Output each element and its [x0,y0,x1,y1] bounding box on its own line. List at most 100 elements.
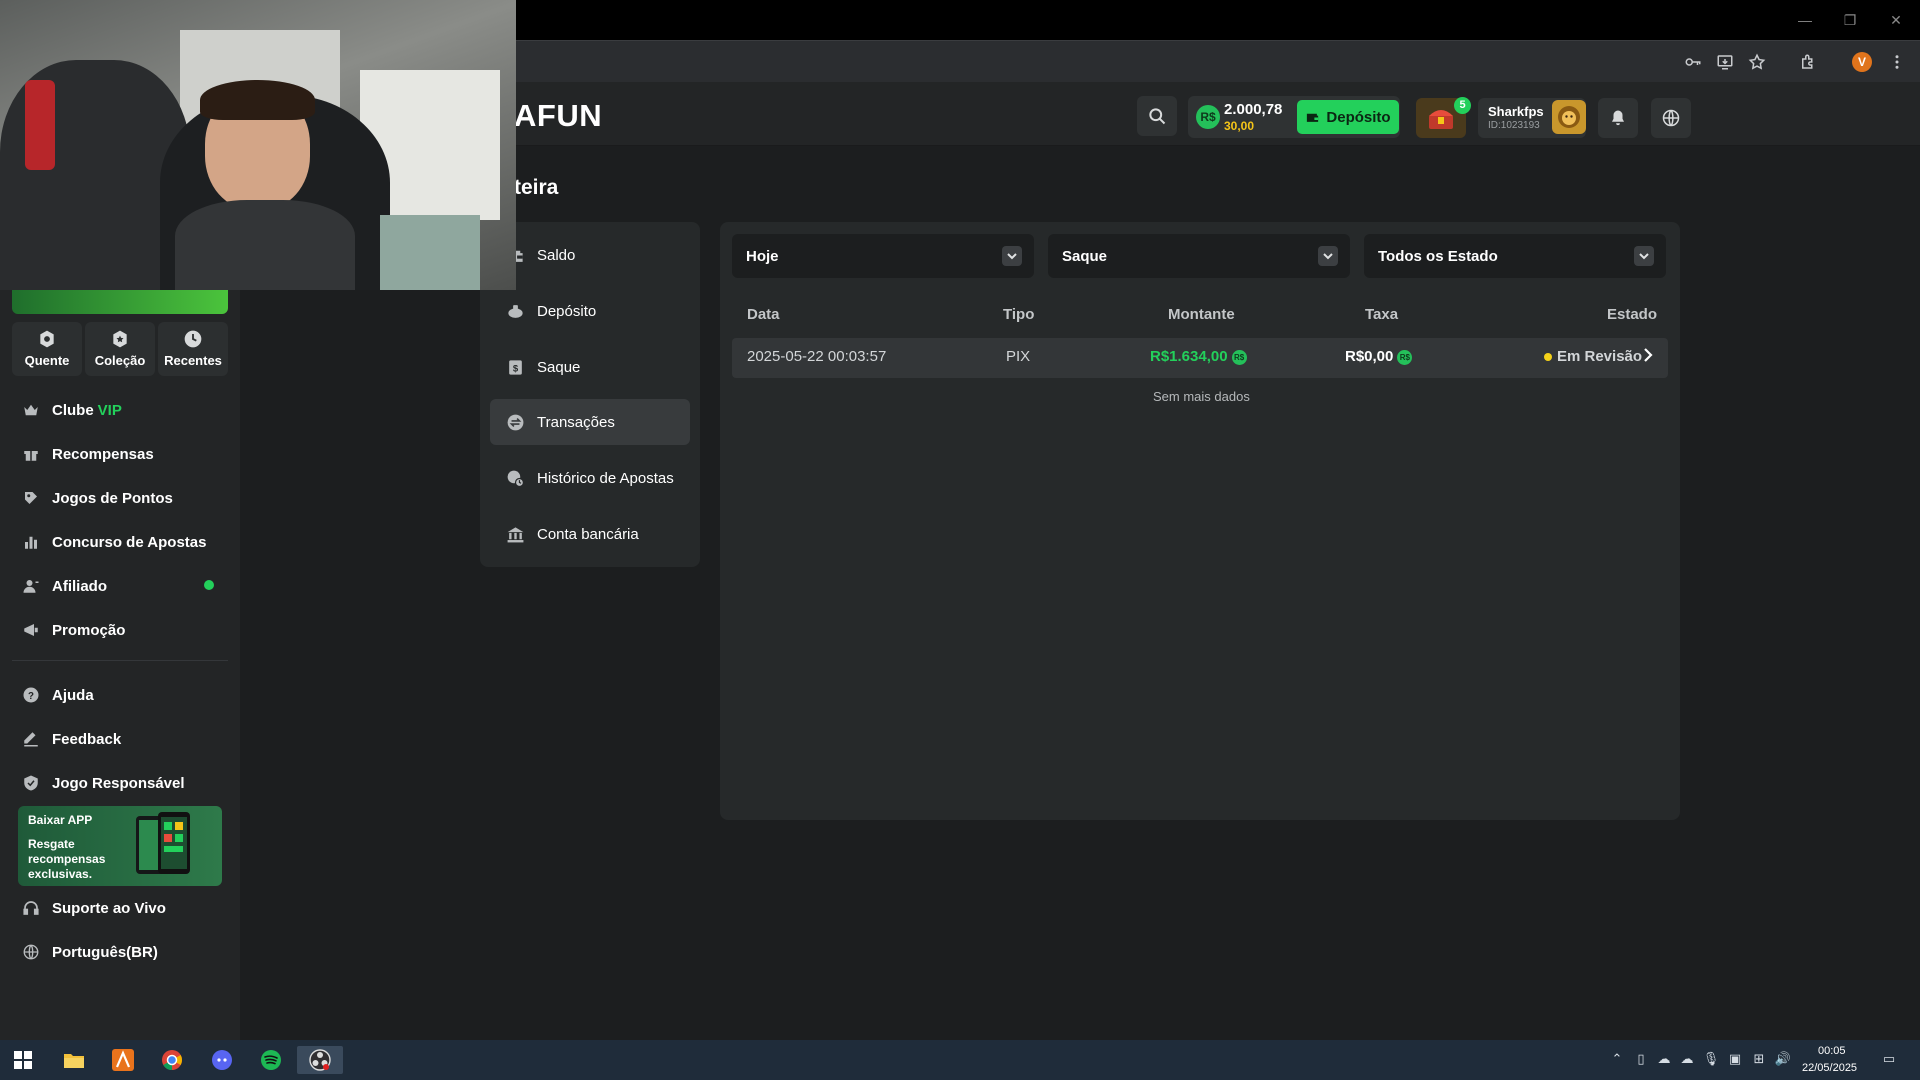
wallet-nav-deposito[interactable]: Depósito [490,288,690,334]
sidebar-item-suporte-ao-vivo[interactable]: Suporte ao Vivo [22,896,166,920]
close-window-button[interactable]: ✕ [1884,10,1908,30]
history-icon [507,470,525,487]
chevron-up-icon[interactable]: ⌃ [1608,1050,1626,1068]
wallet-nav-historico-apostas[interactable]: Histórico de Apostas [490,455,690,501]
headset-icon [23,901,39,915]
browser-profile-avatar[interactable]: V [1852,52,1872,72]
search-button[interactable] [1137,96,1177,136]
sidebar-item-concurso-de-apostas[interactable]: Concurso de Apostas [22,530,206,554]
install-app-icon[interactable] [1714,51,1736,73]
taskbar-clock-time[interactable]: 00:05 [1818,1045,1846,1057]
windows-start-icon[interactable] [9,1046,37,1074]
device-icon[interactable]: ▯ [1632,1050,1650,1068]
search-icon [1149,108,1166,125]
wallet-nav-label: Transações [537,413,615,431]
network-icon[interactable]: ⊞ [1750,1050,1768,1068]
wallet-nav-label: Depósito [537,302,597,320]
webcam-pillow [380,215,480,290]
sidebar-item-label: Concurso de Apostas [52,533,207,551]
user-avatar[interactable] [1552,100,1586,134]
notification-center-icon[interactable]: ▭ [1880,1050,1898,1068]
discord-icon[interactable] [208,1046,236,1074]
chest-count-badge: 5 [1454,97,1471,114]
app-a-icon[interactable] [109,1046,137,1074]
sidebar-item-label: Recompensas [52,445,154,463]
sidebar-item-label: Jogo Responsável [52,774,185,792]
currency-coin-icon: R$ [1196,105,1220,129]
sidebar-item-afiliado[interactable]: Afiliado [22,574,107,598]
period-filter-value: Hoje [746,247,779,265]
wallet-nav-label: Saldo [537,246,576,264]
sidebar-item-jogos-de-pontos[interactable]: Jogos de Pontos [22,486,173,510]
transaction-status: Em Revisão [1557,348,1643,365]
transaction-type: PIX [1006,348,1031,365]
cloud-sync-icon[interactable]: ☁ [1678,1050,1696,1068]
column-header-taxa: Taxa [1365,306,1399,323]
column-header-montante: Montante [1168,306,1235,323]
chrome-icon[interactable] [158,1046,186,1074]
wallet-nav-conta-bancaria[interactable]: Conta bancária [490,511,690,557]
sidebar-item-recompensas[interactable]: Recompensas [22,442,154,466]
wallet-nav-transacoes[interactable]: Transações [490,399,690,445]
transaction-fee-value: R$0,00 [1345,348,1394,365]
deposit-button[interactable]: Depósito [1297,100,1399,134]
balance-amount: 2.000,78 [1224,101,1283,118]
key-icon[interactable] [1682,51,1704,73]
sidebar-item-idioma[interactable]: Português(BR) [22,940,158,964]
currency-coin-icon: R$ [1231,350,1247,365]
wallet-nav-saque[interactable]: $ Saque [490,344,690,390]
sidebar-item-feedback[interactable]: Feedback [22,727,121,751]
wallet-nav-label: Conta bancária [537,525,639,543]
restore-window-button[interactable]: ❐ [1838,10,1862,30]
quick-tab-label: Coleção [94,353,146,368]
volume-icon[interactable]: 🔊 [1774,1050,1792,1068]
minimize-window-button[interactable]: — [1793,10,1817,30]
type-filter-value: Saque [1062,247,1108,265]
transaction-amount: R$1.634,00 R$ [1150,348,1247,365]
notifications-button[interactable] [1598,98,1638,138]
deposit-icon [508,304,523,318]
bookmark-star-icon[interactable] [1746,51,1768,73]
vip-accent-label: VIP [97,401,122,419]
file-explorer-icon[interactable] [60,1046,88,1074]
taskbar-clock-date[interactable]: 22/05/2025 [1802,1062,1857,1074]
chevron-down-icon [1318,246,1338,266]
quick-tab-colecao[interactable]: Coleção [85,322,155,376]
obs-icon[interactable] [297,1046,343,1074]
display-icon[interactable]: ▣ [1726,1050,1744,1068]
period-filter-select[interactable]: Hoje [732,234,1034,278]
language-button[interactable] [1651,98,1691,138]
deposit-button-label: Depósito [1326,108,1391,126]
browser-menu-icon[interactable] [1886,51,1908,73]
collection-icon [113,330,127,348]
column-header-data: Data [747,306,780,323]
sidebar-item-vip-club[interactable]: Clube VIP [22,398,122,422]
shield-icon [24,775,38,791]
spotify-icon[interactable] [257,1046,285,1074]
chevron-right-icon[interactable] [1641,346,1655,368]
webcam-person-body [175,200,355,290]
withdraw-icon: $ [509,359,522,375]
status-filter-select[interactable]: Todos os Estado [1364,234,1666,278]
transaction-fee: R$0,00 R$ [1345,348,1413,365]
wallet-nav-label: Saque [537,358,581,376]
transaction-date: 2025-05-22 00:03:57 [747,348,887,365]
bank-icon [507,526,524,542]
sidebar-item-promocao[interactable]: Promoção [22,618,125,642]
sidebar-item-jogo-responsavel[interactable]: Jogo Responsável [22,771,185,795]
type-filter-select[interactable]: Saque [1048,234,1350,278]
extensions-icon[interactable] [1797,51,1819,73]
sidebar-item-ajuda[interactable]: ? Ajuda [22,683,94,707]
wallet-nav-saldo[interactable]: Saldo [490,232,690,278]
bonus-balance-amount: 30,00 [1224,119,1255,133]
cloud-off-icon[interactable]: ☁ [1655,1050,1673,1068]
crown-icon [24,404,38,416]
quick-tab-recentes[interactable]: Recentes [158,322,228,376]
no-more-data-label: Sem mais dados [1153,389,1250,404]
svg-text:$: $ [513,363,519,374]
site-logo[interactable]: AFUN [514,98,602,134]
sidebar-item-label: Ajuda [52,686,94,704]
quick-tab-label: Recentes [164,353,222,368]
microphone-icon[interactable]: 🎙 [1702,1050,1720,1068]
quick-tab-quente[interactable]: Quente [12,322,82,376]
